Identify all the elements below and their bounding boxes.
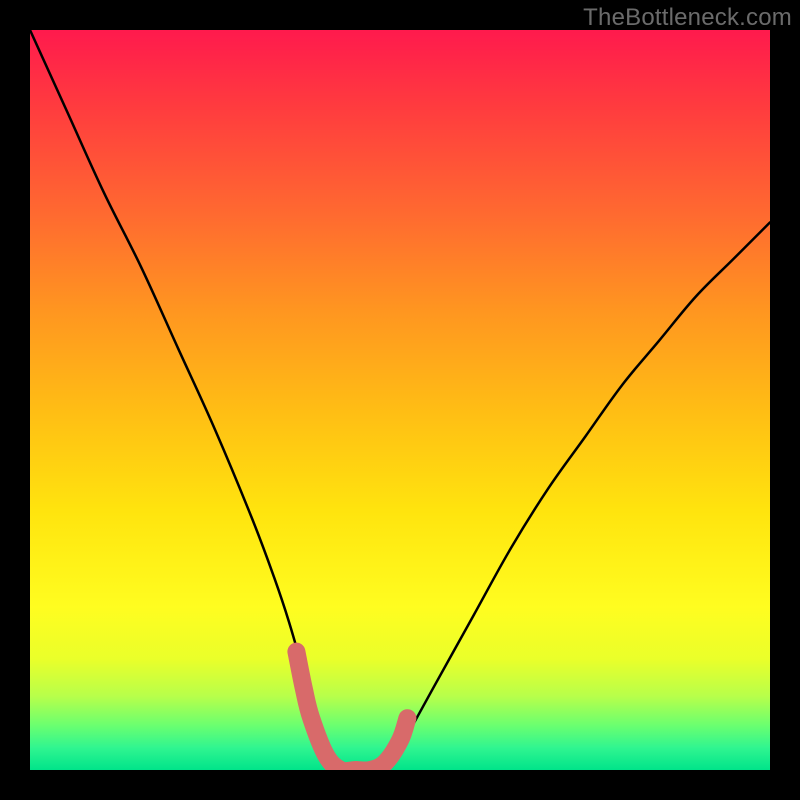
chart-frame: TheBottleneck.com	[0, 0, 800, 800]
curve-layer	[30, 30, 770, 770]
watermark-text: TheBottleneck.com	[583, 4, 792, 32]
plot-area	[30, 30, 770, 770]
accent-segment	[296, 652, 407, 770]
bottleneck-curve	[30, 30, 770, 770]
